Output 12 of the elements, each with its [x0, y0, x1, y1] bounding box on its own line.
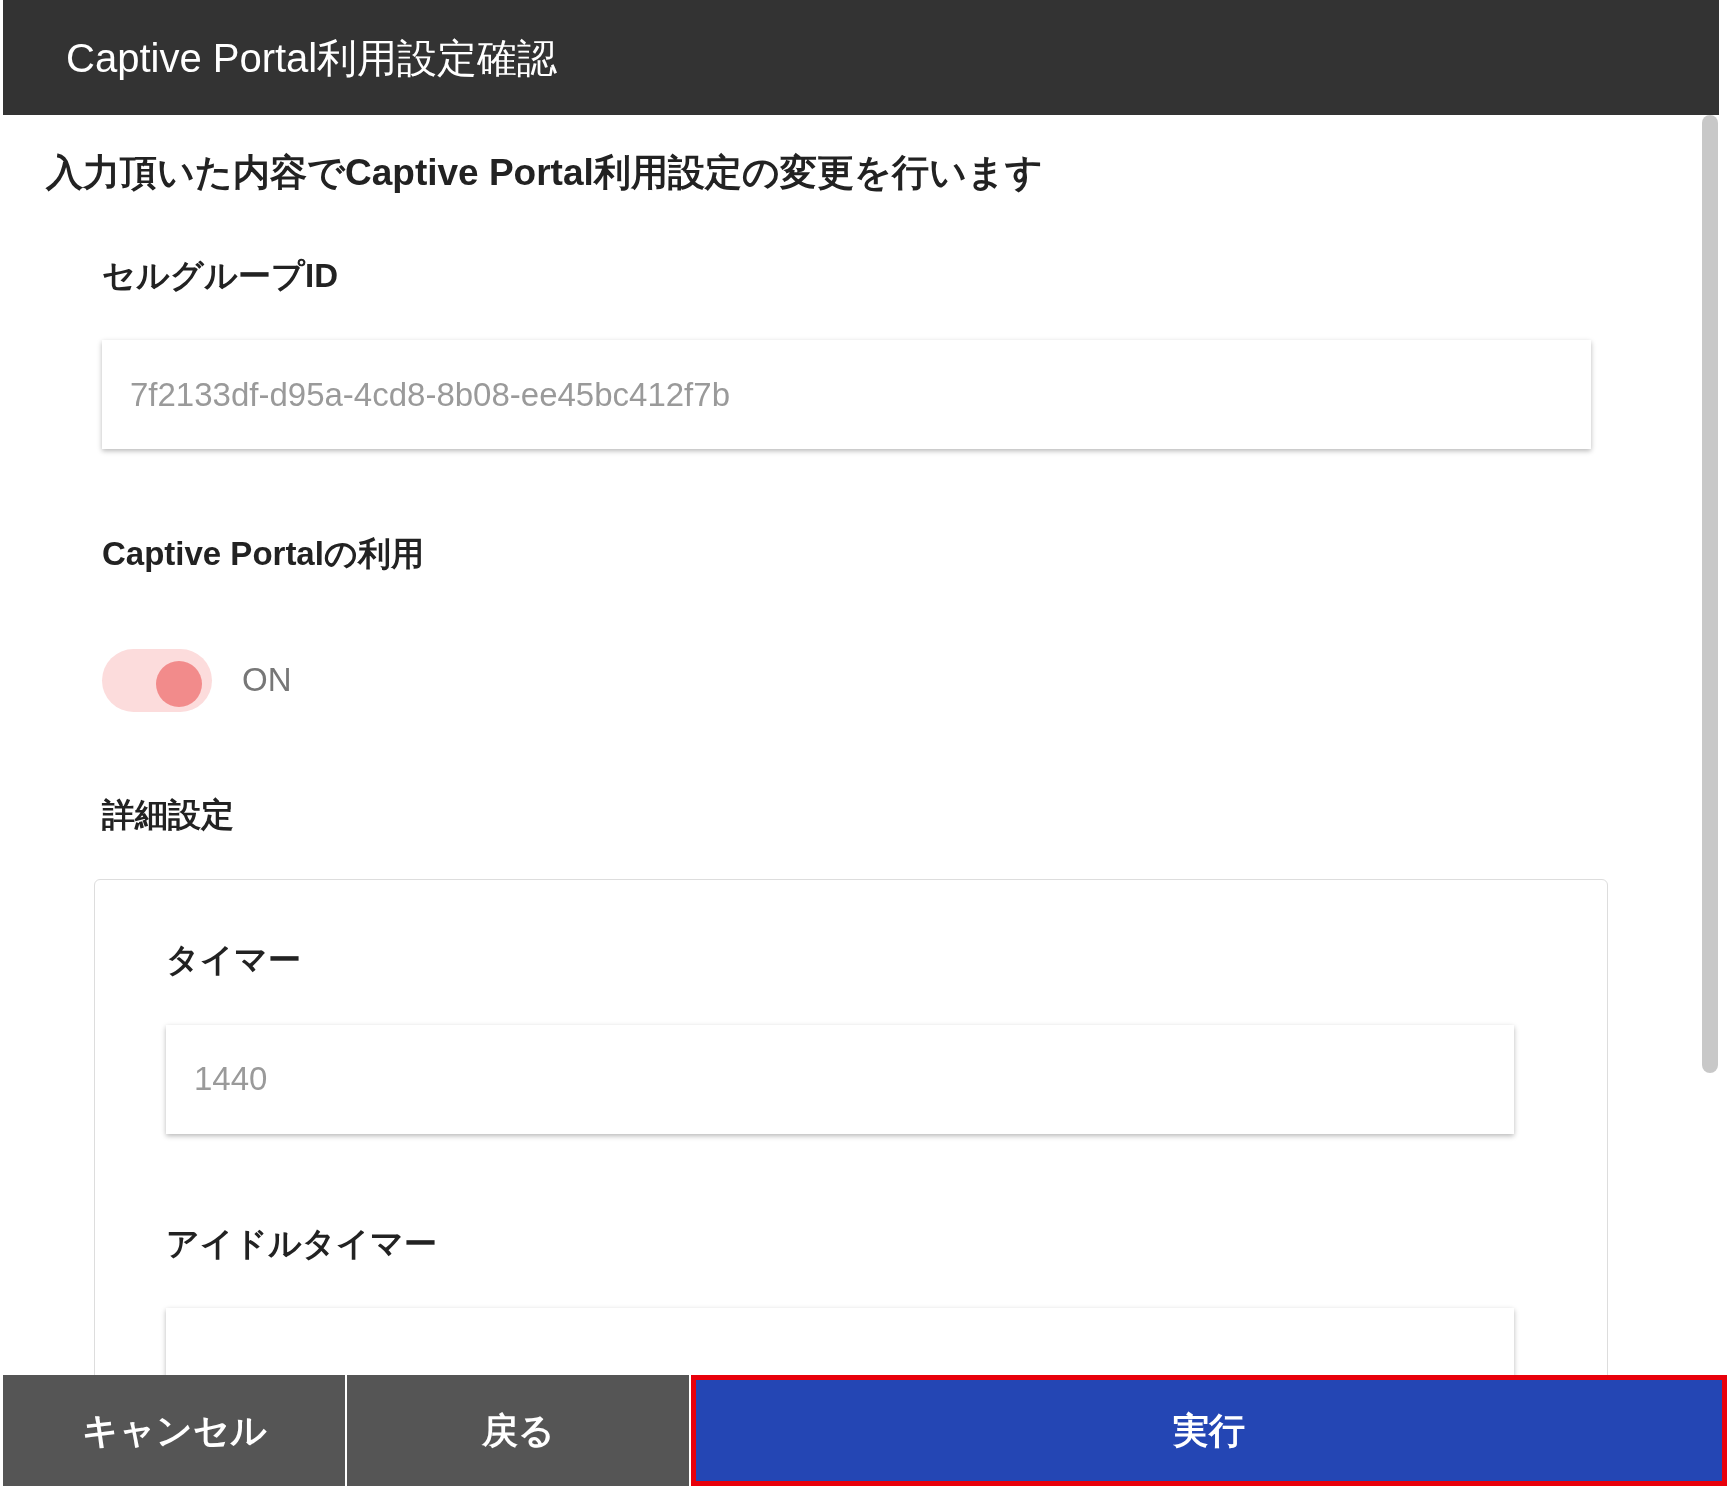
window-title: Captive Portal利用設定確認 [3, 0, 1719, 115]
message-text: 入力頂いた内容でCaptive Portal利用設定の変更を行います [46, 151, 1044, 195]
field-label: アイドルタイマー [166, 1223, 438, 1264]
field-label: タイマー [166, 940, 302, 980]
submit-button[interactable]: 実行 [691, 1375, 1727, 1486]
field-label: セルグループID [102, 255, 339, 296]
scrollbar-thumb[interactable] [1702, 115, 1718, 1073]
toggle-state-text: ON [242, 660, 292, 701]
section-label: 詳細設定 [102, 794, 235, 835]
back-button[interactable]: 戻る [347, 1375, 689, 1486]
field-label: Captive Portalの利用 [102, 534, 425, 574]
cancel-button[interactable]: キャンセル [3, 1375, 345, 1486]
